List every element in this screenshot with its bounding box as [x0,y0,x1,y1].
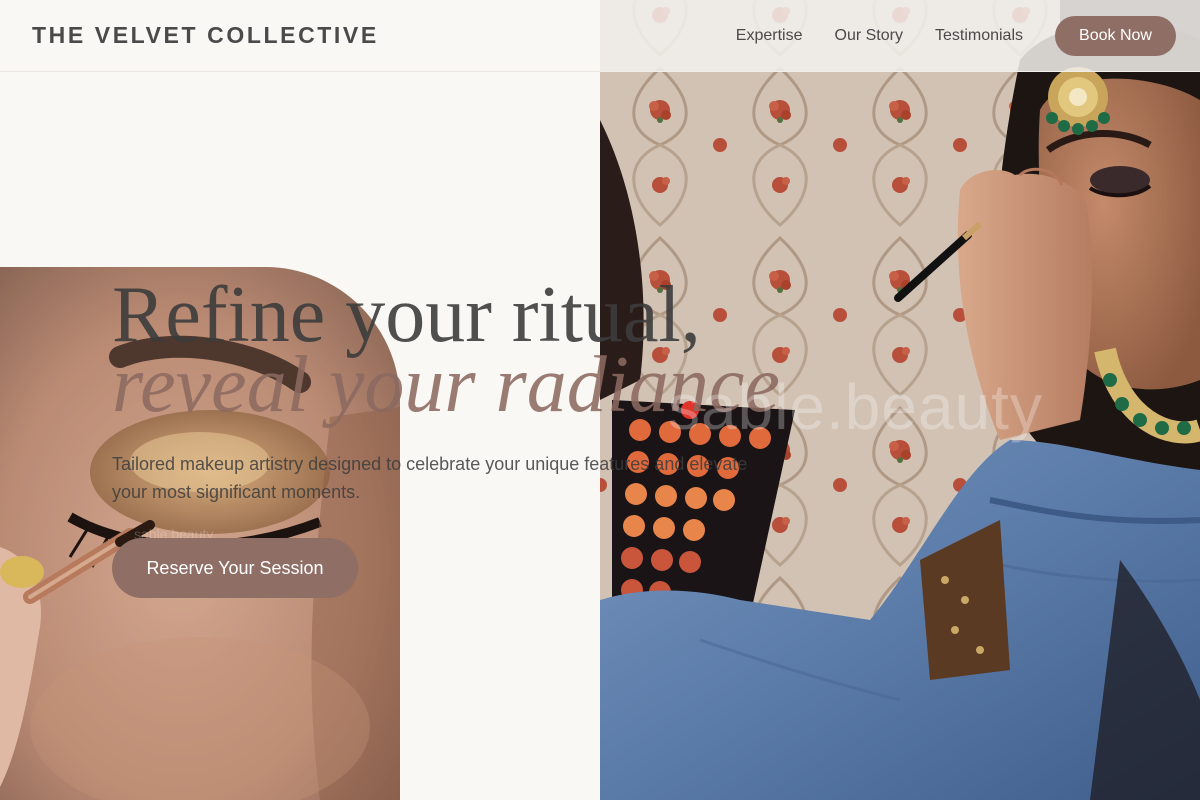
nav-link-our-story[interactable]: Our Story [835,27,903,45]
site-header: THE VELVET COLLECTIVE Expertise Our Stor… [0,0,1200,72]
headline-line-1: Refine your ritual, [112,271,701,359]
hero-subtext: Tailored makeup artistry designed to cel… [112,454,748,502]
watermark-text: sable.beauty [668,371,1043,443]
nav-link-testimonials[interactable]: Testimonials [935,27,1023,45]
nav-link-expertise[interactable]: Expertise [736,27,803,45]
book-now-button[interactable]: Book Now [1055,16,1176,56]
brand-logo[interactable]: THE VELVET COLLECTIVE [32,22,379,49]
reserve-session-button[interactable]: Reserve Your Session [112,538,358,598]
main-nav: Expertise Our Story Testimonials Book No… [736,16,1176,56]
